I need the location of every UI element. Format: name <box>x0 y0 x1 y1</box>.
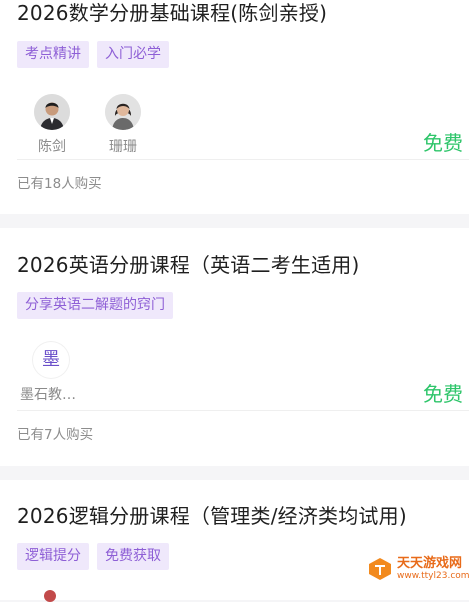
teacher: 珊珊 <box>88 94 158 156</box>
course-tags: 逻辑提分 免费获取 <box>17 543 169 570</box>
school-logo-icon: 墨 <box>42 349 60 370</box>
course-title: 2026英语分册课程（英语二考生适用) <box>17 253 360 277</box>
divider <box>17 159 469 160</box>
course-tags: 分享英语二解题的窍门 <box>17 292 173 319</box>
teacher-name: 墨石教… <box>20 387 76 403</box>
course-card[interactable]: 2026逻辑分册课程（管理类/经济类均试用) 逻辑提分 免费获取 <box>0 480 469 602</box>
course-tags: 考点精讲 入门必学 <box>17 41 169 68</box>
teacher-name: 陈剑 <box>38 139 66 155</box>
course-tag: 分享英语二解题的窍门 <box>17 292 173 319</box>
watermark-url: www.ttyl23.com <box>397 570 469 581</box>
course-title: 2026逻辑分册课程（管理类/经济类均试用) <box>17 504 407 528</box>
divider <box>17 410 469 411</box>
course-card[interactable]: 2026英语分册课程（英语二考生适用) 分享英语二解题的窍门 墨 墨石教… 免费… <box>0 228 469 466</box>
watermark: 天天游戏网 www.ttyl23.com <box>367 556 469 582</box>
course-tag: 免费获取 <box>97 543 169 570</box>
course-title: 2026数学分册基础课程(陈剑亲授) <box>17 1 328 25</box>
watermark-name: 天天游戏网 <box>397 555 463 571</box>
purchase-count: 已有7人购买 <box>17 427 94 443</box>
avatar: 墨 <box>33 342 69 378</box>
teacher: 墨 墨石教… <box>17 342 89 404</box>
course-card[interactable]: 2026数学分册基础课程(陈剑亲授) 考点精讲 入门必学 陈剑 珊珊 免费 已有… <box>0 0 469 214</box>
teacher-name: 珊珊 <box>109 139 137 155</box>
purchase-count: 已有18人购买 <box>17 176 102 192</box>
price-label: 免费 <box>423 382 463 406</box>
course-tag: 入门必学 <box>97 41 169 68</box>
course-tag: 逻辑提分 <box>17 543 89 570</box>
avatar <box>105 94 141 130</box>
avatar <box>44 590 56 602</box>
watermark-logo-icon <box>369 558 391 580</box>
course-tag: 考点精讲 <box>17 41 89 68</box>
teacher: 陈剑 <box>17 94 87 156</box>
avatar <box>34 94 70 130</box>
price-label: 免费 <box>423 131 463 155</box>
